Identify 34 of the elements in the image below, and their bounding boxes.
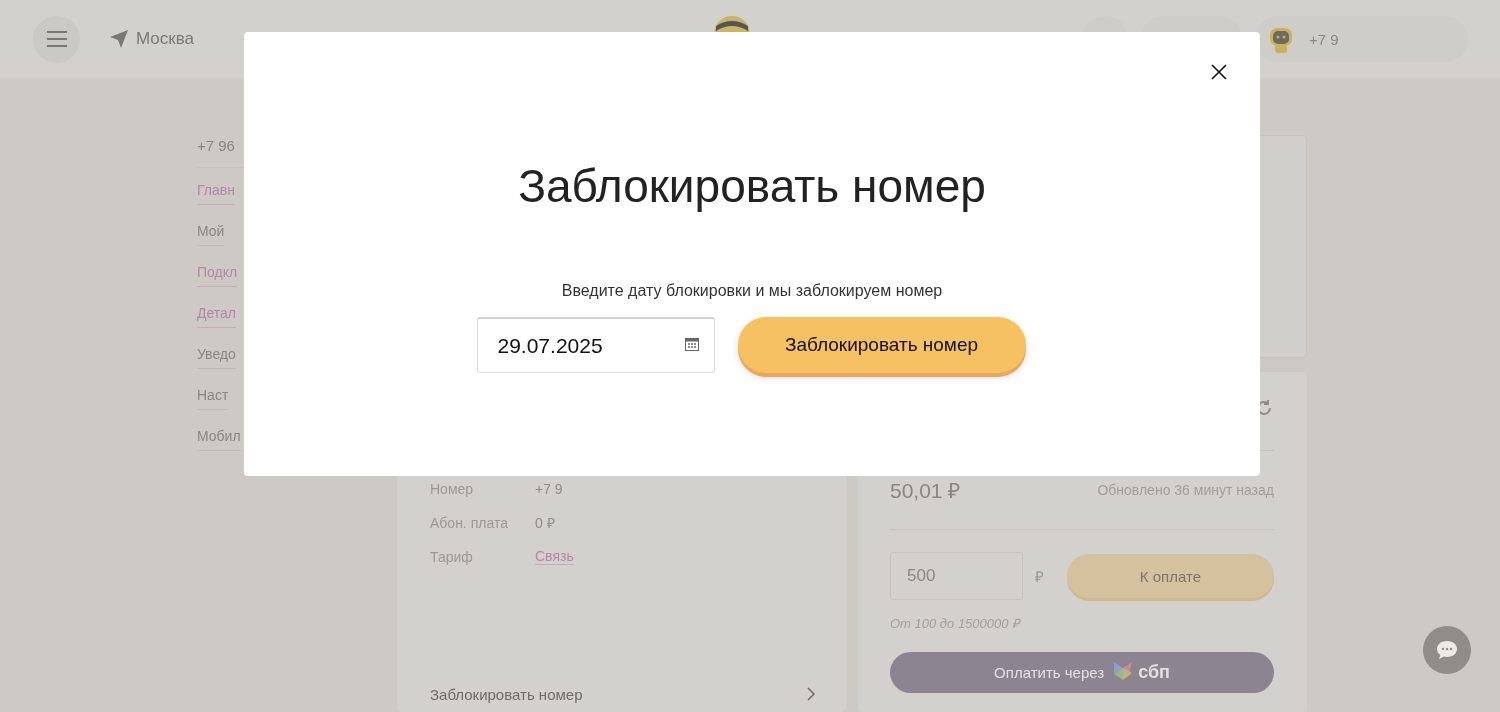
- currency-sign: ₽: [1035, 567, 1045, 586]
- city-link[interactable]: Москва: [136, 29, 195, 49]
- sbp-pay-button[interactable]: Оплатить через сбп: [890, 652, 1274, 693]
- nav-link[interactable]: Мобил: [197, 428, 241, 451]
- nav-link[interactable]: Детал: [197, 305, 236, 328]
- nav-link[interactable]: Подкл: [197, 264, 238, 287]
- chevron-right-icon: [807, 687, 815, 701]
- modal-subtitle: Введите дату блокировки и мы заблокируем номер: [561, 282, 943, 300]
- info-label: Абон. плата: [430, 514, 509, 531]
- close-button[interactable]: [1210, 63, 1228, 81]
- menu-icon: [46, 31, 67, 47]
- location-arrow-icon: [110, 30, 128, 48]
- info-value: 0 ₽: [535, 514, 555, 532]
- nav-link[interactable]: Главн: [197, 182, 235, 205]
- close-icon: [1211, 64, 1227, 80]
- info-label: Номер: [430, 480, 475, 497]
- modal-title: Заблокировать номер: [518, 159, 986, 214]
- chat-bubble-icon: [1436, 640, 1458, 660]
- pay-button[interactable]: К оплате: [1066, 554, 1274, 598]
- chat-button[interactable]: [1423, 626, 1471, 674]
- nav-link[interactable]: Мой: [197, 223, 225, 246]
- tariff-link[interactable]: Связь: [535, 548, 574, 565]
- block-number-link[interactable]: Заблокировать номер: [430, 682, 815, 706]
- robot-avatar-icon: [1267, 25, 1295, 53]
- info-label: Тариф: [430, 548, 474, 565]
- calendar-icon: [684, 338, 699, 351]
- date-input-field[interactable]: 29.07.2025: [476, 317, 715, 373]
- balance-amount: 50,01 ₽: [890, 478, 961, 504]
- nav-link[interactable]: Уведо: [197, 346, 236, 369]
- amount-input-field[interactable]: 500: [890, 552, 1023, 600]
- menu-button[interactable]: [33, 15, 80, 63]
- info-value: +7 9: [535, 480, 563, 497]
- profile-button[interactable]: +7 9: [1255, 16, 1468, 62]
- nav-link[interactable]: Наст: [197, 387, 229, 410]
